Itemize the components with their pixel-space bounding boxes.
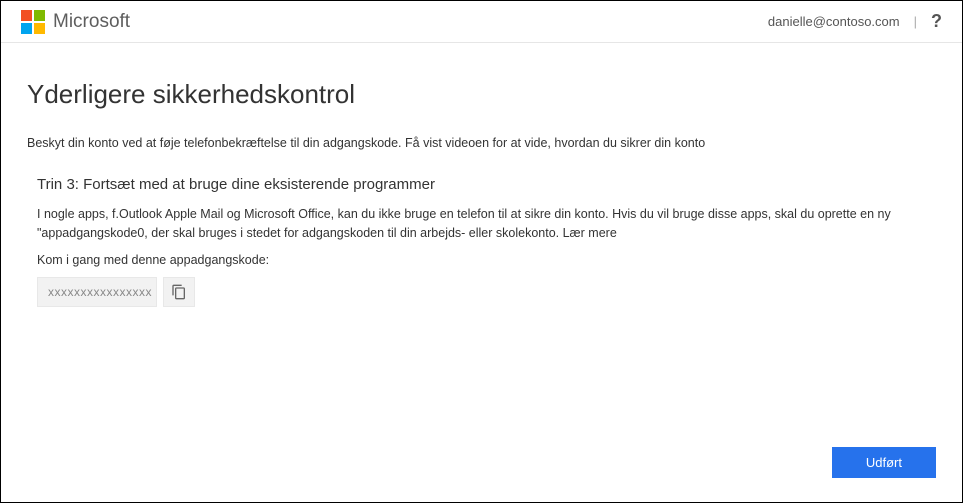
header-right: danielle@contoso.com | ? (768, 11, 942, 32)
main-content: Yderligere sikkerhedskontrol Beskyt din … (1, 43, 962, 502)
app-password-row: xxxxxxxxxxxxxxxx (37, 277, 936, 307)
user-email[interactable]: danielle@contoso.com (768, 14, 900, 29)
page-subtitle: Beskyt din konto ved at føje telefonbekr… (27, 136, 936, 150)
copy-icon (171, 284, 187, 300)
header-left: Microsoft (21, 10, 130, 34)
header-divider: | (914, 14, 917, 29)
done-button[interactable]: Udført (832, 447, 936, 478)
footer-actions: Udført (832, 447, 936, 478)
copy-button[interactable] (163, 277, 195, 307)
brand-name: Microsoft (53, 11, 130, 33)
step-body: I nogle apps, f.Outlook Apple Mail og Mi… (37, 205, 936, 243)
step-heading: Trin 3: Fortsæt med at bruge dine eksist… (37, 176, 936, 193)
microsoft-logo-icon (21, 10, 45, 34)
page-title: Yderligere sikkerhedskontrol (27, 79, 936, 110)
app-header: Microsoft danielle@contoso.com | ? (1, 1, 962, 43)
getstarted-label: Kom i gang med denne appadgangskode: (37, 253, 936, 267)
help-icon[interactable]: ? (931, 11, 942, 32)
step-section: Trin 3: Fortsæt med at bruge dine eksist… (27, 176, 936, 307)
app-password-field: xxxxxxxxxxxxxxxx (37, 277, 157, 307)
